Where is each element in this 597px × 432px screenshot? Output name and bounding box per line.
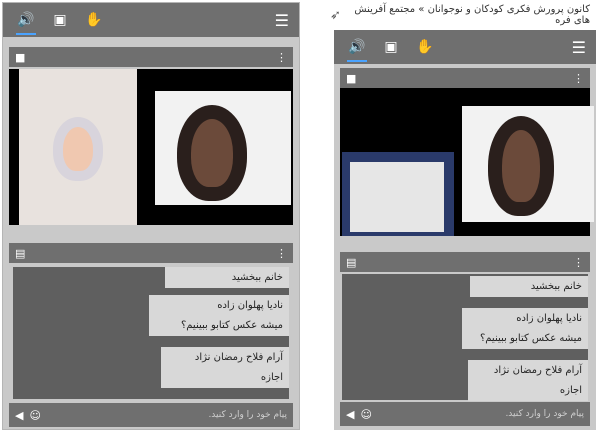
more-vertical-icon[interactable]: ⋮ (573, 72, 584, 85)
menu-icon[interactable]: ☰ (275, 11, 289, 30)
more-vertical-icon[interactable]: ⋮ (276, 247, 287, 260)
chat-message: اجازه (161, 367, 289, 388)
emoji-icon[interactable]: ☺ (360, 408, 371, 421)
more-vertical-icon[interactable]: ⋮ (276, 51, 287, 64)
video-tile-teacher (155, 91, 291, 205)
camera-icon: ■ (15, 50, 26, 64)
video-area (340, 88, 594, 236)
chat-message: میشه عکس کتابو ببینیم؟ (149, 315, 289, 336)
hand-icon[interactable]: ✋ (81, 9, 107, 31)
video-tile-book (342, 152, 454, 236)
chat-input-bar: ◀ ☺ پیام خود را وارد کنید. (340, 402, 590, 426)
video-tile-student (19, 69, 137, 225)
play-icon[interactable]: ▣ (47, 9, 73, 31)
hand-icon[interactable]: ✋ (412, 36, 438, 58)
video-section-header: ■ ⋮ (340, 68, 590, 88)
left-classroom-panel: 🔊 ▣ ✋ ☰ ■ ⋮ ▤ ⋮ خانم ببخشید نادیا پهلوان… (2, 2, 300, 430)
chat-input-bar: ◀ ☺ پیام خود را وارد کنید. (9, 403, 293, 427)
teacher-figure (488, 116, 554, 216)
chat-message-sender: نادیا پهلوان زاده (149, 295, 289, 316)
video-section-header: ■ ⋮ (9, 47, 293, 67)
chat-input[interactable]: پیام خود را وارد کنید. (208, 410, 287, 420)
chat-message: خانم ببخشید (470, 276, 588, 297)
chat-message-sender: نادیا پهلوان زاده (462, 308, 588, 329)
student-figure (53, 117, 103, 181)
top-toolbar: 🔊 ▣ ✋ ☰ (334, 30, 596, 64)
speaker-icon[interactable]: 🔊 (344, 36, 370, 62)
send-icon[interactable]: ◀ (15, 409, 23, 422)
right-classroom-panel: کانون پرورش فکری کودکان و نوجوانان » مجت… (330, 2, 596, 430)
top-toolbar: 🔊 ▣ ✋ ☰ (3, 3, 299, 37)
book-cover (350, 162, 444, 232)
play-icon[interactable]: ▣ (378, 36, 404, 58)
video-area (9, 69, 293, 225)
page-title: کانون پرورش فکری کودکان و نوجوانان » مجت… (354, 4, 590, 26)
camera-icon: ■ (346, 71, 357, 85)
video-tile-teacher (462, 106, 594, 222)
emoji-icon[interactable]: ☺ (29, 409, 40, 422)
chat-input[interactable]: پیام خود را وارد کنید. (505, 409, 584, 419)
menu-icon[interactable]: ☰ (572, 38, 586, 57)
right-inner: 🔊 ▣ ✋ ☰ ■ ⋮ ▤ ⋮ خانم ببخشید نادیا پهلوان… (334, 30, 596, 430)
chat-message: میشه عکس کتابو ببینیم؟ (462, 328, 588, 349)
chat-section-header: ▤ ⋮ (9, 243, 293, 263)
send-icon[interactable]: ◀ (346, 408, 354, 421)
title-bar: کانون پرورش فکری کودکان و نوجوانان » مجت… (330, 2, 596, 28)
teacher-figure (177, 105, 247, 201)
chat-messages: خانم ببخشید نادیا پهلوان زاده میشه عکس ک… (13, 267, 289, 399)
chat-section-header: ▤ ⋮ (340, 252, 590, 272)
chat-icon: ▤ (15, 246, 26, 260)
chat-icon: ▤ (346, 255, 357, 269)
speaker-icon[interactable]: 🔊 (13, 9, 39, 35)
chat-message: خانم ببخشید (165, 267, 289, 288)
chat-message: اجازه (468, 380, 588, 401)
more-vertical-icon[interactable]: ⋮ (573, 256, 584, 269)
bird-logo-icon: ➶ (330, 7, 341, 23)
chat-messages: خانم ببخشید نادیا پهلوان زاده میشه عکس ک… (342, 274, 588, 401)
